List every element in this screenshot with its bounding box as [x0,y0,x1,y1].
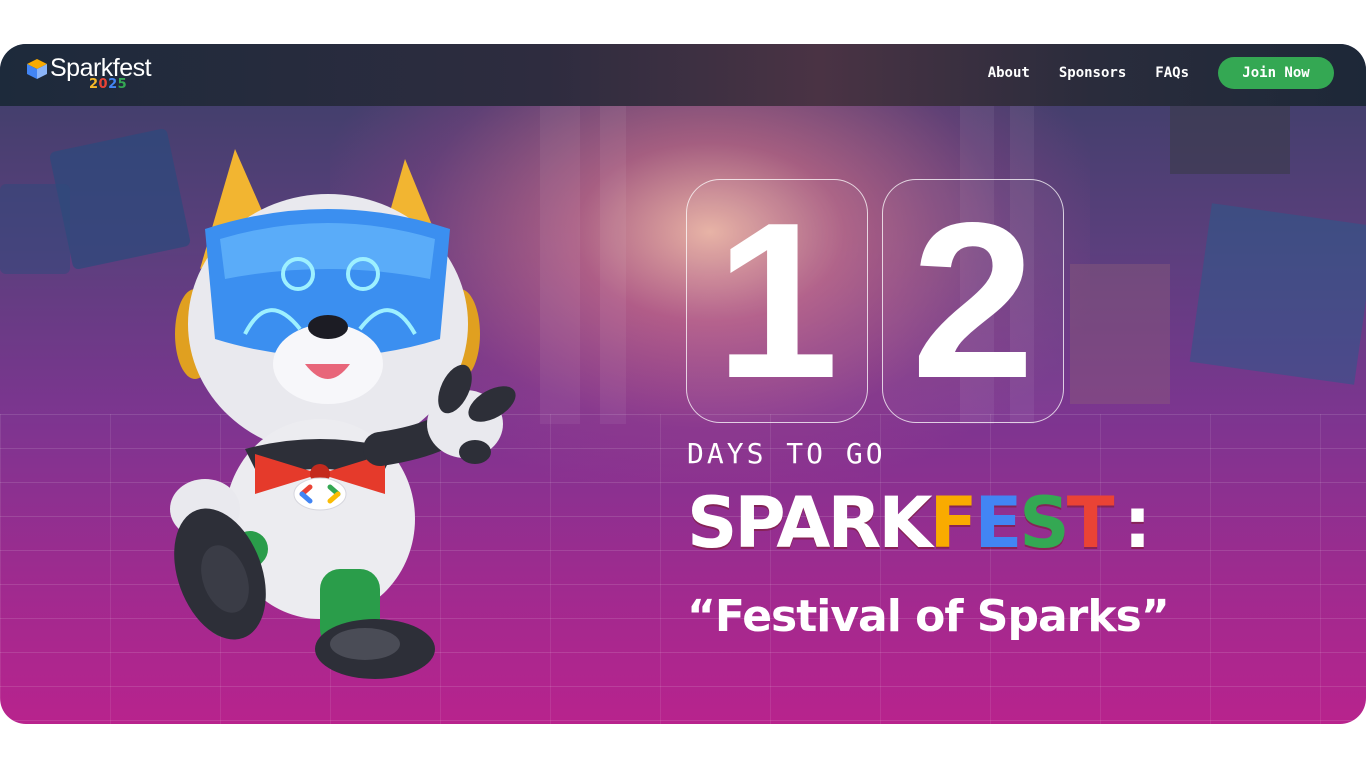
logo-year-digit: 0 [98,77,109,92]
logo-year: 2025 [89,77,127,92]
hero-banner: Sparkfest 2025 About Sponsors FAQs Join … [0,44,1366,724]
headline-letter: T [1066,482,1115,564]
nav-link-sponsors[interactable]: Sponsors [1059,65,1126,81]
sparkfest-cube-logo-icon [27,59,47,79]
logo-year-digit: 2 [89,77,99,92]
background-block [0,184,70,274]
stage-pillar [600,104,626,424]
headline-letter: E [974,482,1022,564]
background-block [1170,104,1290,174]
headline-spark: SPARK [687,482,933,564]
headline-letter: F [929,482,978,564]
sparkfest-logo[interactable]: Sparkfest 2025 [26,55,152,92]
countdown-caption: DAYS TO GO [687,437,886,470]
countdown-digit: 2 [911,177,1035,425]
event-headline: SPARKFEST: [687,488,1151,558]
countdown-digit: 1 [715,177,839,425]
top-navigation-bar: Sparkfest 2025 About Sponsors FAQs Join … [0,44,1366,106]
background-block [1189,203,1366,385]
robot-dog-mascot-icon [170,149,516,679]
background-block [1070,264,1170,404]
stage-pillar [540,104,580,424]
logo-year-digit: 5 [117,77,128,92]
countdown-digit-box: 1 [686,179,868,423]
headline-letter: S [1019,482,1069,564]
countdown-digit-box: 2 [882,179,1064,423]
nav-link-faqs[interactable]: FAQs [1155,65,1189,81]
nav-link-about[interactable]: About [988,65,1030,81]
join-now-button[interactable]: Join Now [1218,57,1334,89]
headline-colon: : [1123,482,1151,564]
event-tagline: “Festival of Sparks” [687,591,1170,642]
main-nav: About Sponsors FAQs Join Now [988,57,1334,89]
logo-year-digit: 2 [108,77,118,92]
